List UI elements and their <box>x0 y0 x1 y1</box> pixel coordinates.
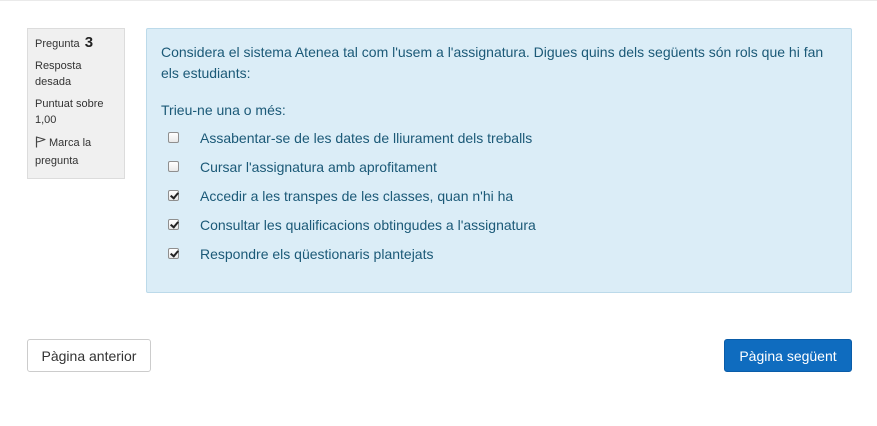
answer-label[interactable]: Respondre els qüestionaris plantejats <box>200 246 433 262</box>
answer-label[interactable]: Cursar l'assignatura amb aprofitament <box>200 159 437 175</box>
question-state: Resposta desada <box>35 58 117 90</box>
question-text-line-2: els estudiants: <box>161 65 251 81</box>
flag-question-link[interactable]: Marca la pregunta <box>35 135 117 169</box>
flag-icon[interactable] <box>35 136 46 153</box>
answer-label[interactable]: Assabentar-se de les dates de lliurament… <box>200 130 532 146</box>
question-content: Considera el sistema Atenea tal com l'us… <box>146 28 852 293</box>
answer-option[interactable]: Cursar l'assignatura amb aprofitament <box>161 152 837 181</box>
question-text: Considera el sistema Atenea tal com l'us… <box>161 42 837 84</box>
question-number: 3 <box>84 34 94 51</box>
answer-prompt: Trieu-ne una o més: <box>161 102 286 118</box>
answer-checkbox[interactable] <box>168 248 179 259</box>
answer-label[interactable]: Accedir a les transpes de les classes, q… <box>200 188 513 204</box>
answer-checkbox[interactable] <box>168 132 179 143</box>
answer-option[interactable]: Respondre els qüestionaris plantejats <box>161 239 837 268</box>
answer-checkbox[interactable] <box>168 190 179 201</box>
flag-line-2[interactable]: pregunta <box>35 153 117 169</box>
question-text-line-1: Considera el sistema Atenea tal com l'us… <box>161 44 824 60</box>
answer-options: Assabentar-se de les dates de lliurament… <box>161 123 837 268</box>
answer-checkbox[interactable] <box>168 219 179 230</box>
answer-option[interactable]: Accedir a les transpes de les classes, q… <box>161 181 837 210</box>
question-grade: Puntuat sobre 1,00 <box>35 96 117 128</box>
answer-option[interactable]: Assabentar-se de les dates de lliurament… <box>161 123 837 152</box>
grade-line-2: 1,00 <box>35 114 57 126</box>
question-label: Pregunta <box>35 38 80 50</box>
grade-line-1: Puntuat sobre <box>35 98 104 110</box>
flag-line-1[interactable]: Marca la <box>49 137 91 149</box>
next-page-button[interactable]: Pàgina següent <box>724 339 852 372</box>
question-number-line: Pregunta 3 <box>35 35 117 52</box>
previous-page-button[interactable]: Pàgina anterior <box>27 339 151 372</box>
state-line-2: desada <box>35 76 72 88</box>
question-info-panel: Pregunta 3 Resposta desada Puntuat sobre… <box>27 28 125 179</box>
quiz-page: Pregunta 3 Resposta desada Puntuat sobre… <box>0 0 877 426</box>
answer-label[interactable]: Consultar les qualificacions obtingudes … <box>200 217 536 233</box>
answer-checkbox[interactable] <box>168 161 179 172</box>
state-line-1: Resposta <box>35 60 82 72</box>
answer-option[interactable]: Consultar les qualificacions obtingudes … <box>161 210 837 239</box>
